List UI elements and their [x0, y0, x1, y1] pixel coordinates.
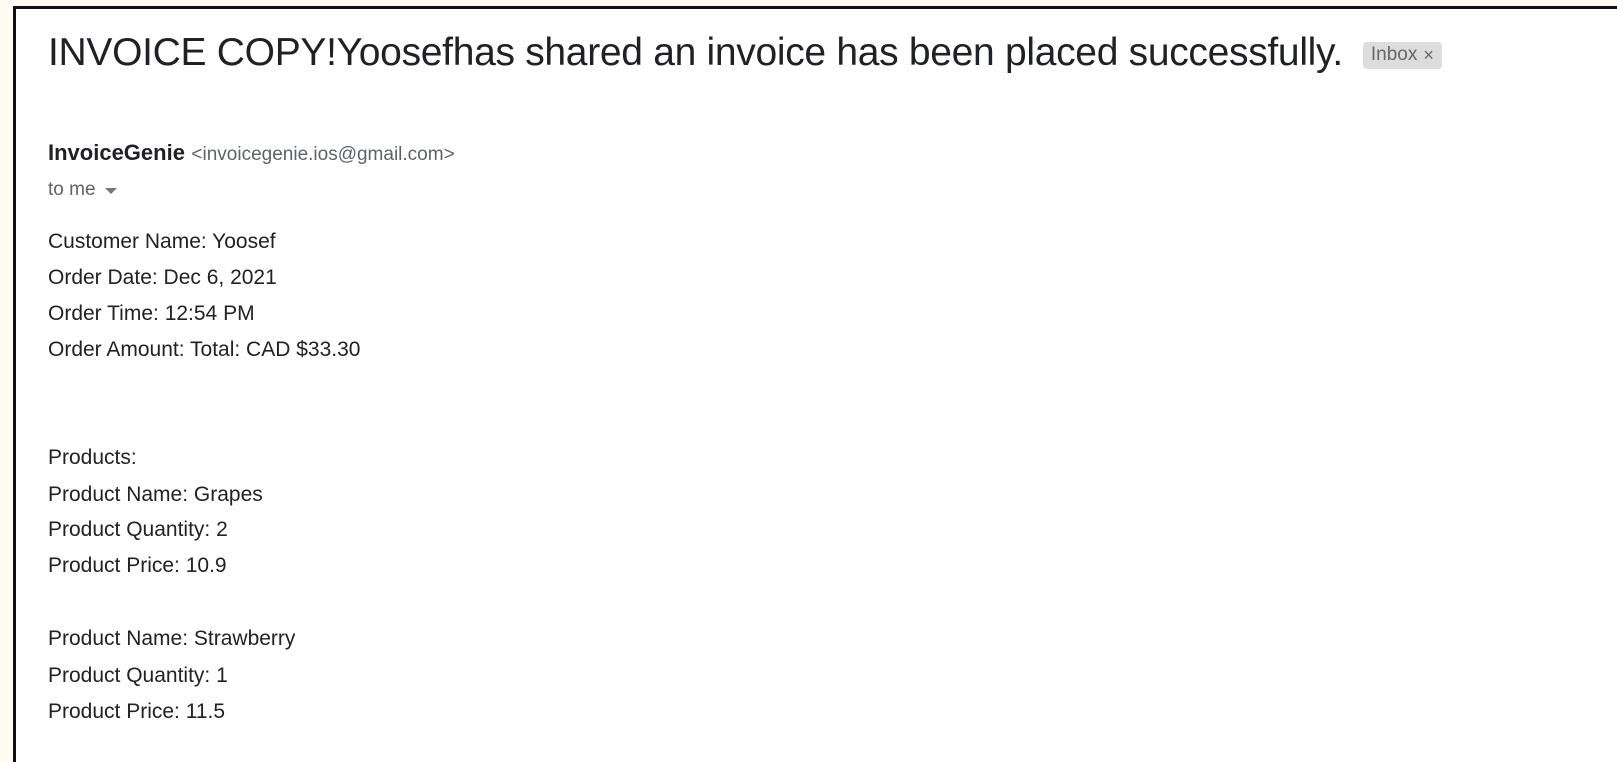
product-price-line: Product Price: 10.9	[48, 554, 227, 577]
product-name-line: Product Name: Grapes	[48, 483, 263, 506]
product-quantity-line: Product Quantity: 2	[48, 518, 228, 541]
sender-name[interactable]: InvoiceGenie	[48, 140, 185, 165]
order-amount-line: Order Amount: Total: CAD $33.30	[48, 338, 361, 361]
sender-row: InvoiceGenie <invoicegenie.ios@gmail.com…	[48, 140, 455, 166]
recipient-text: to me	[48, 179, 96, 200]
inbox-label-chip[interactable]: Inbox ×	[1362, 41, 1442, 69]
order-time-line: Order Time: 12:54 PM	[48, 302, 255, 325]
products-heading: Products:	[48, 446, 137, 469]
recipient-details-toggle[interactable]: to me	[48, 179, 117, 201]
label-text: Inbox	[1370, 43, 1418, 65]
product-quantity-line: Product Quantity: 1	[48, 664, 228, 687]
product-price-line: Product Price: 11.5	[48, 700, 226, 723]
email-view: INVOICE COPY!Yoosefhas shared an invoice…	[13, 6, 1617, 762]
chevron-down-icon[interactable]	[104, 188, 117, 194]
product-name-line: Product Name: Strawberry	[48, 627, 296, 650]
subject-row: INVOICE COPY!Yoosefhas shared an invoice…	[48, 31, 1442, 75]
order-date-line: Order Date: Dec 6, 2021	[48, 266, 277, 289]
sender-email: <invoicegenie.ios@gmail.com>	[191, 144, 455, 165]
customer-name-line: Customer Name: Yoosef	[48, 230, 276, 253]
close-icon[interactable]: ×	[1423, 46, 1434, 64]
email-subject: INVOICE COPY!Yoosefhas shared an invoice…	[48, 31, 1343, 74]
